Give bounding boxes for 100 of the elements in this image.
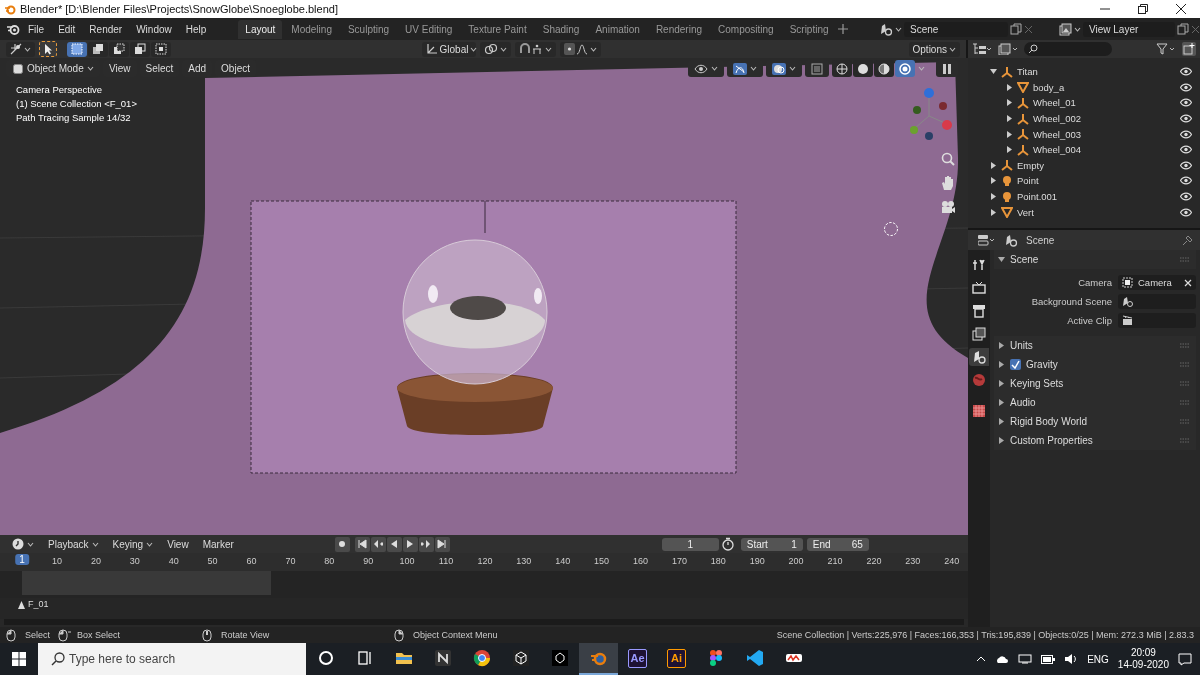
eye-icon[interactable] bbox=[1180, 176, 1192, 186]
menu-item[interactable]: Window bbox=[130, 21, 178, 37]
properties-tab[interactable] bbox=[969, 325, 989, 343]
new-collection-icon[interactable] bbox=[1182, 42, 1196, 56]
menu-item[interactable]: View bbox=[161, 535, 195, 553]
hand-icon[interactable] bbox=[940, 175, 956, 191]
workspace-tab[interactable]: Animation bbox=[588, 19, 647, 39]
outliner-item[interactable]: Wheel_01 bbox=[1033, 97, 1076, 109]
snap-button[interactable] bbox=[514, 41, 556, 57]
outliner-item[interactable]: Point.001 bbox=[1017, 191, 1058, 203]
camera-icon[interactable] bbox=[940, 199, 956, 215]
shading-mode-button[interactable] bbox=[895, 60, 915, 77]
outliner-item[interactable]: body_a bbox=[1033, 81, 1065, 93]
select-mode-button[interactable] bbox=[151, 41, 171, 57]
add-icon[interactable] bbox=[837, 24, 848, 34]
copy-icon[interactable] bbox=[1177, 23, 1189, 35]
clock-date[interactable]: 14-09-2020 bbox=[1117, 659, 1169, 671]
end-frame-field[interactable]: End 65 bbox=[806, 537, 869, 551]
eye-icon[interactable] bbox=[1180, 67, 1192, 77]
outliner-item[interactable]: Empty bbox=[1017, 159, 1044, 171]
pivot-dropdown[interactable] bbox=[479, 41, 511, 57]
shading-mode-button[interactable] bbox=[853, 60, 873, 77]
start-frame-field[interactable]: Start 1 bbox=[740, 537, 803, 551]
select-mode-button[interactable] bbox=[130, 41, 150, 57]
jump-start-button[interactable] bbox=[354, 536, 370, 552]
options-dropdown[interactable]: Options bbox=[908, 41, 960, 57]
outliner-item[interactable]: Wheel_002 bbox=[1033, 113, 1082, 125]
scene-field[interactable]: Scene bbox=[904, 21, 1008, 37]
outliner-item[interactable]: Point bbox=[1017, 175, 1039, 187]
shading-mode-button[interactable] bbox=[874, 60, 894, 77]
jump-end-button[interactable] bbox=[434, 536, 450, 552]
panel-header[interactable]: Rigid Body World bbox=[994, 412, 1196, 431]
tool-settings-button[interactable] bbox=[6, 41, 35, 57]
panel-header[interactable]: Audio bbox=[994, 393, 1196, 412]
chevron-up-icon[interactable] bbox=[976, 656, 987, 662]
eye-icon[interactable] bbox=[1180, 129, 1192, 139]
select-mode-button[interactable] bbox=[67, 41, 87, 57]
blender-logo-icon[interactable] bbox=[6, 22, 20, 36]
pin-icon[interactable] bbox=[1182, 234, 1194, 246]
expand-arrow-icon[interactable] bbox=[1006, 146, 1013, 154]
view-layer-icon[interactable] bbox=[1059, 22, 1072, 36]
pause-button[interactable] bbox=[936, 60, 958, 77]
workspace-tab[interactable]: Layout bbox=[238, 19, 283, 39]
expand-arrow-icon[interactable] bbox=[990, 208, 997, 216]
menu-item[interactable]: Render bbox=[83, 21, 129, 37]
panel-header[interactable]: Custom Properties bbox=[994, 431, 1196, 450]
workspace-tab[interactable]: Texture Paint bbox=[461, 19, 534, 39]
workspace-tab[interactable]: Compositing bbox=[711, 19, 781, 39]
panel-header[interactable]: Scene bbox=[994, 250, 1196, 269]
workspace-tab[interactable]: UV Editing bbox=[398, 19, 460, 39]
taskbar-app[interactable]: Ai bbox=[657, 643, 696, 675]
workspace-tab[interactable]: Rendering bbox=[648, 19, 710, 39]
copy-icon[interactable] bbox=[1010, 23, 1022, 35]
select-tool-button[interactable] bbox=[39, 41, 57, 57]
expand-arrow-icon[interactable] bbox=[1006, 83, 1013, 91]
record-button[interactable] bbox=[334, 536, 350, 552]
properties-tab[interactable] bbox=[969, 348, 989, 366]
stopwatch-icon[interactable] bbox=[720, 537, 735, 551]
expand-arrow-icon[interactable] bbox=[990, 161, 997, 169]
eye-icon[interactable] bbox=[1180, 192, 1192, 202]
zoom-icon[interactable] bbox=[940, 151, 956, 167]
play-reverse-button[interactable] bbox=[386, 536, 402, 552]
eye-icon[interactable] bbox=[1180, 207, 1192, 217]
taskbar-search-field[interactable]: Type here to search bbox=[38, 643, 306, 675]
eye-icon[interactable] bbox=[1180, 82, 1192, 92]
eye-icon[interactable] bbox=[1180, 145, 1192, 155]
editor-type-icon[interactable] bbox=[978, 234, 996, 246]
gizmo-button[interactable] bbox=[727, 60, 763, 77]
workspace-tab[interactable]: Sculpting bbox=[340, 19, 397, 39]
volume-icon[interactable] bbox=[1064, 653, 1079, 665]
taskbar-app[interactable]: Ae bbox=[618, 643, 657, 675]
outliner-item[interactable]: Wheel_003 bbox=[1033, 128, 1082, 140]
panel-header[interactable]: Gravity bbox=[994, 355, 1196, 374]
panel-header[interactable]: Keying Sets bbox=[994, 374, 1196, 393]
outliner-item[interactable]: Titan bbox=[1017, 66, 1038, 78]
cloud-icon[interactable] bbox=[995, 654, 1010, 664]
workspace-tab[interactable]: Scripting bbox=[782, 19, 836, 39]
view-layer-icon[interactable] bbox=[998, 43, 1018, 55]
menu-item[interactable]: Playback bbox=[42, 535, 105, 553]
object-field[interactable]: Camera bbox=[1118, 275, 1196, 290]
clip-field[interactable] bbox=[1118, 313, 1196, 328]
expand-arrow-icon[interactable] bbox=[1006, 115, 1013, 123]
current-frame-indicator[interactable]: 1 bbox=[15, 554, 29, 565]
battery-icon[interactable] bbox=[1041, 654, 1056, 664]
select-mode-button[interactable] bbox=[88, 41, 108, 57]
properties-tab[interactable] bbox=[969, 279, 989, 297]
previous-keyframe-button[interactable] bbox=[370, 536, 386, 552]
language-indicator[interactable]: ENG bbox=[1087, 653, 1109, 665]
expand-arrow-icon[interactable] bbox=[1006, 130, 1013, 138]
next-keyframe-button[interactable] bbox=[418, 536, 434, 552]
select-mode-button[interactable] bbox=[109, 41, 129, 57]
search-field[interactable] bbox=[1024, 42, 1112, 56]
panel-header[interactable]: Units bbox=[994, 336, 1196, 355]
restore-icon[interactable] bbox=[1138, 4, 1148, 14]
expand-arrow-icon[interactable] bbox=[990, 193, 997, 201]
display-mode-icon[interactable] bbox=[972, 43, 992, 55]
menu-item[interactable]: File bbox=[22, 21, 51, 37]
expand-arrow-icon[interactable] bbox=[990, 68, 997, 76]
outliner-item[interactable]: Wheel_004 bbox=[1033, 144, 1082, 156]
filter-icon[interactable] bbox=[1156, 43, 1176, 55]
